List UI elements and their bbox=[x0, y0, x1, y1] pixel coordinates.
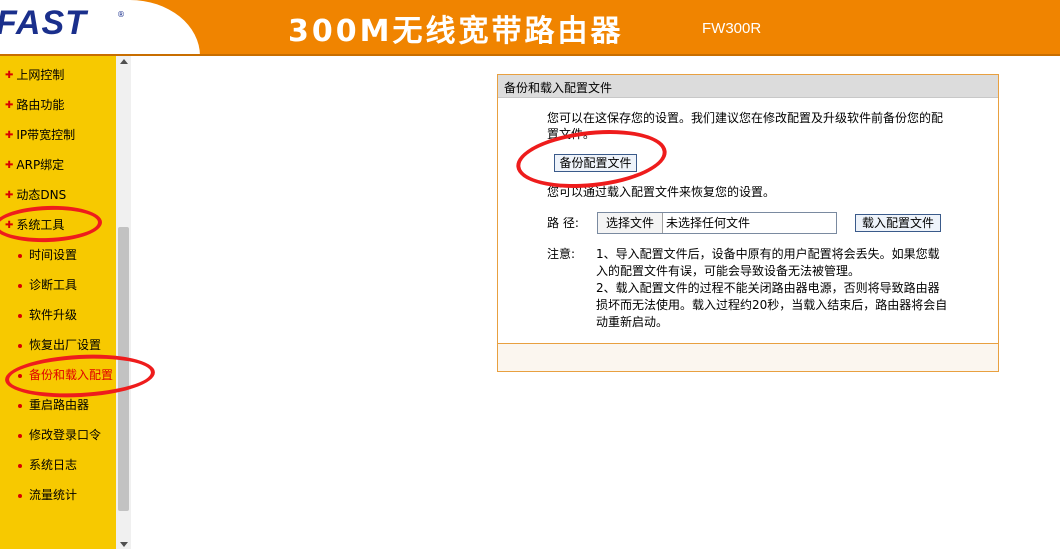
sidebar-item-routing[interactable]: ✚ 路由功能 bbox=[5, 96, 64, 113]
backup-restore-panel: 备份和载入配置文件 您可以在这保存您的设置。我们建议您在修改配置及升级软件前备份… bbox=[497, 74, 999, 372]
sidebar-scrollbar[interactable] bbox=[116, 56, 131, 549]
bullet-icon bbox=[18, 313, 22, 318]
panel-title: 备份和载入配置文件 bbox=[504, 81, 613, 95]
sidebar-item-internet-control[interactable]: ✚ 上网控制 bbox=[5, 66, 64, 83]
panel-footer-divider bbox=[498, 343, 998, 344]
sidebar-item-ddns[interactable]: ✚ 动态DNS bbox=[5, 186, 66, 203]
sidebar-item-label: 上网控制 bbox=[16, 68, 65, 82]
path-label: 路 径: bbox=[547, 216, 579, 230]
bullet-icon bbox=[18, 403, 22, 408]
bullet-icon bbox=[18, 433, 22, 438]
sidebar-item-diagnostics[interactable]: 诊断工具 bbox=[18, 276, 77, 293]
sidebar-item-label: 软件升级 bbox=[29, 308, 78, 322]
sidebar-item-reboot[interactable]: 重启路由器 bbox=[18, 396, 89, 413]
note-line: 1、导入配置文件后，设备中原有的用户配置将会丢失。如果您载 bbox=[596, 247, 940, 261]
sidebar-item-label: 修改登录口令 bbox=[29, 428, 102, 442]
scroll-up-arrow-icon[interactable] bbox=[120, 59, 128, 64]
registered-mark: ® bbox=[117, 10, 125, 19]
sidebar-item-label: 路由功能 bbox=[16, 98, 65, 112]
bullet-icon bbox=[18, 493, 22, 498]
note-label: 注意: bbox=[547, 247, 576, 261]
brand-logo: FAST bbox=[0, 4, 87, 42]
plus-icon: ✚ bbox=[5, 100, 14, 111]
bullet-icon bbox=[18, 463, 22, 468]
sidebar-item-label: 恢复出厂设置 bbox=[29, 338, 102, 352]
sidebar-item-change-password[interactable]: 修改登录口令 bbox=[18, 426, 101, 443]
file-status-text: 未选择任何文件 bbox=[666, 216, 751, 230]
load-config-button[interactable]: 载入配置文件 bbox=[855, 214, 941, 232]
sidebar-item-time-settings[interactable]: 时间设置 bbox=[18, 246, 77, 263]
note-line: 损坏而无法使用。载入过程约20秒，当载入结束后，路由器将会自 bbox=[596, 298, 948, 312]
scroll-down-arrow-icon[interactable] bbox=[120, 542, 128, 547]
product-title: 300M无线宽带路由器 bbox=[288, 14, 624, 49]
header-banner: FAST ® 300M无线宽带路由器 FW300R bbox=[0, 0, 1060, 56]
sidebar-item-label: IP带宽控制 bbox=[16, 128, 76, 142]
sidebar-item-label: ARP绑定 bbox=[16, 158, 65, 172]
sidebar-item-system-log[interactable]: 系统日志 bbox=[18, 456, 77, 473]
sidebar-item-label: 流量统计 bbox=[29, 488, 78, 502]
plus-icon: ✚ bbox=[5, 130, 14, 141]
sidebar-item-label: 系统日志 bbox=[29, 458, 78, 472]
sidebar-item-label: 时间设置 bbox=[29, 248, 78, 262]
note-line: 2、载入配置文件的过程不能关闭路由器电源，否则将导致路由器 bbox=[596, 281, 940, 295]
bullet-icon bbox=[18, 343, 22, 348]
plus-icon: ✚ bbox=[5, 190, 14, 201]
sidebar-item-traffic-stats[interactable]: 流量统计 bbox=[18, 486, 77, 503]
plus-icon: ✚ bbox=[5, 70, 14, 81]
logo-area: FAST ® bbox=[0, 0, 200, 56]
note-line: 动重新启动。 bbox=[596, 315, 669, 329]
sidebar-item-ip-bandwidth[interactable]: ✚ IP带宽控制 bbox=[5, 126, 75, 143]
panel-header: 备份和载入配置文件 bbox=[498, 75, 998, 98]
sidebar-item-factory-reset[interactable]: 恢复出厂设置 bbox=[18, 336, 101, 353]
model-number: FW300R bbox=[702, 20, 762, 37]
bullet-icon bbox=[18, 283, 22, 288]
sidebar-item-label: 动态DNS bbox=[16, 188, 67, 202]
plus-icon: ✚ bbox=[5, 160, 14, 171]
sidebar-item-arp-binding[interactable]: ✚ ARP绑定 bbox=[5, 156, 64, 173]
note-line: 入的配置文件有误，可能会导致设备无法被管理。 bbox=[596, 264, 861, 278]
file-input[interactable]: 选择文件 未选择任何文件 bbox=[597, 212, 837, 234]
choose-file-button[interactable]: 选择文件 bbox=[598, 213, 663, 233]
sidebar-menu: ✚ 上网控制 ✚ 路由功能 ✚ IP带宽控制 ✚ ARP绑定 ✚ 动态DNS ✚ 系统工具 … bbox=[0, 56, 116, 549]
backup-description-line1: 您可以在这保存您的设置。我们建议您在修改配置及升级软件前备份您的配 bbox=[547, 111, 944, 125]
header-divider bbox=[0, 54, 1060, 56]
sidebar-item-firmware-upgrade[interactable]: 软件升级 bbox=[18, 306, 77, 323]
bullet-icon bbox=[18, 253, 22, 258]
sidebar-item-label: 诊断工具 bbox=[29, 278, 78, 292]
sidebar-item-label: 重启路由器 bbox=[29, 398, 90, 412]
